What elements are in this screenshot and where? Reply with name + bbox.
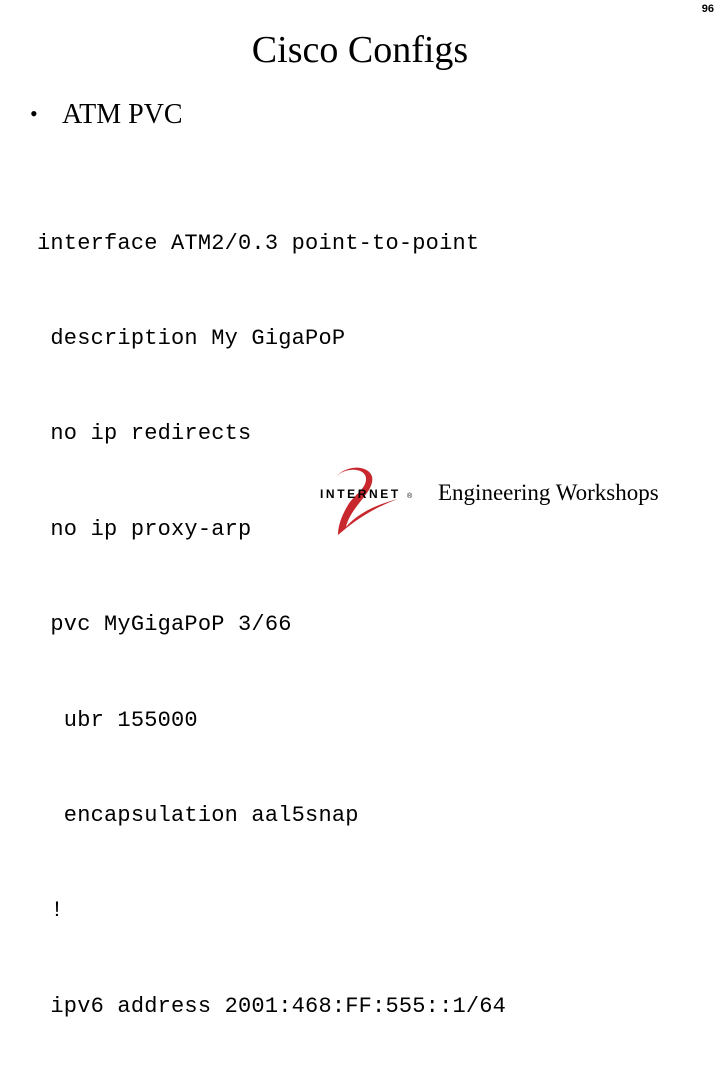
config-line: no ip redirects [37, 421, 252, 447]
bullet-item: • ATM PVC [30, 96, 183, 133]
logo-registered-mark: ® [407, 492, 413, 500]
bullet-marker: • [30, 101, 38, 126]
slide-number: 96 [701, 3, 714, 15]
config-line: ! [37, 898, 64, 924]
internet2-logo-icon: INTERNET ® [318, 465, 418, 540]
internet2-logo-graphic: INTERNET ® [320, 467, 413, 535]
footer-text: Engineering Workshops [438, 480, 659, 505]
config-line: description My GigaPoP [37, 325, 346, 351]
bullet-text: ATM PVC [62, 99, 183, 130]
config-line: interface ATM2/0.3 point-to-point [37, 230, 480, 256]
slide-title: Cisco Configs [251, 29, 469, 71]
config-line: encapsulation aal5snap [37, 802, 359, 828]
config-line: ubr 155000 [37, 707, 198, 733]
logo-wordmark: INTERNET [320, 487, 401, 501]
logo-numeral-two [336, 467, 398, 535]
config-block: interface ATM2/0.3 point-to-point descri… [37, 164, 506, 1080]
config-line: ipv6 address 2001:468:FF:555::1/64 [37, 993, 507, 1019]
config-line: no ip proxy-arp [37, 516, 252, 542]
config-line: pvc MyGigaPoP 3/66 [37, 612, 292, 638]
